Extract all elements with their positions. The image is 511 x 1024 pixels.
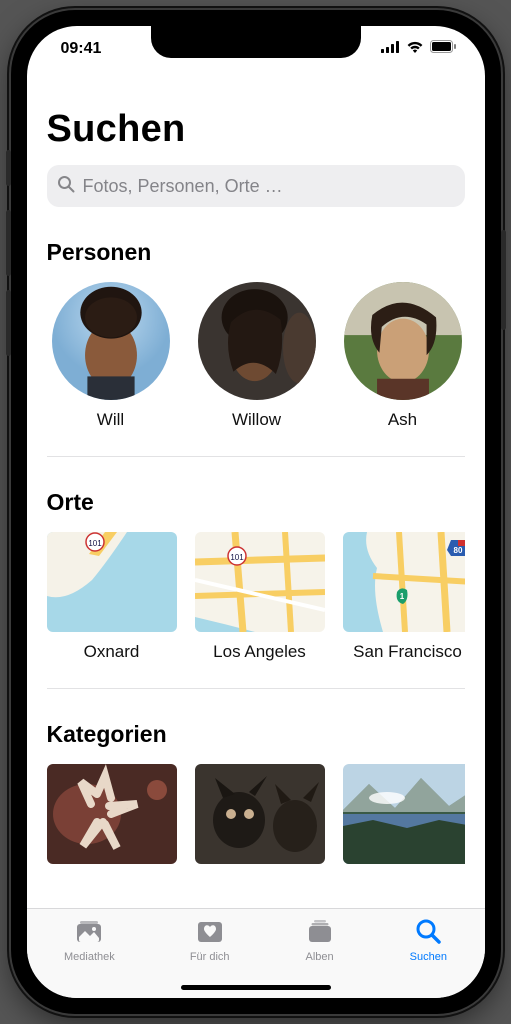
avatar	[198, 282, 316, 400]
place-label: San Francisco	[353, 642, 462, 662]
place-label: Los Angeles	[213, 642, 306, 662]
people-row: Will Willow Ash	[47, 282, 465, 430]
library-icon	[74, 917, 104, 948]
mute-switch	[6, 150, 11, 186]
places-row: 101 Oxnard 101 Los Angeles 80 1 San Franc…	[47, 532, 465, 662]
page-title: Suchen	[47, 108, 465, 151]
cellular-icon	[381, 40, 400, 58]
place-sanfrancisco[interactable]: 80 1 San Francisco	[343, 532, 465, 662]
tab-label: Mediathek	[64, 951, 115, 963]
svg-text:80: 80	[453, 546, 462, 555]
person-willow[interactable]: Willow	[193, 282, 321, 430]
search-input[interactable]: Fotos, Personen, Orte …	[47, 165, 465, 207]
search-placeholder: Fotos, Personen, Orte …	[83, 176, 283, 197]
search-icon	[57, 175, 75, 198]
map-thumb: 80 1	[343, 532, 465, 632]
battery-icon	[430, 40, 457, 58]
tab-library[interactable]: Mediathek	[64, 917, 115, 998]
svg-text:101: 101	[230, 553, 244, 562]
wifi-icon	[406, 40, 424, 58]
map-thumb: 101	[47, 532, 177, 632]
place-oxnard[interactable]: 101 Oxnard	[47, 532, 177, 662]
avatar	[52, 282, 170, 400]
volume-up-button	[6, 210, 11, 276]
person-label: Will	[97, 410, 124, 430]
divider	[47, 456, 465, 457]
categories-heading: Kategorien	[47, 721, 465, 748]
category-item[interactable]	[195, 764, 325, 864]
content: Suchen Fotos, Personen, Orte … Personen …	[27, 72, 485, 908]
status-time: 09:41	[61, 40, 102, 58]
categories-row	[47, 764, 465, 864]
albums-icon	[305, 917, 335, 948]
tab-label: Alben	[306, 951, 334, 963]
avatar	[344, 282, 462, 400]
place-label: Oxnard	[84, 642, 140, 662]
person-ash[interactable]: Ash	[339, 282, 465, 430]
volume-down-button	[6, 290, 11, 356]
power-button	[501, 230, 506, 330]
people-heading: Personen	[47, 239, 465, 266]
person-label: Ash	[388, 410, 417, 430]
screen: 09:41 Suchen Fotos, Personen, Orte …	[27, 26, 485, 998]
tab-label: Für dich	[190, 951, 230, 963]
category-item[interactable]	[343, 764, 465, 864]
tab-label: Suchen	[410, 951, 447, 963]
tab-search[interactable]: Suchen	[410, 917, 447, 998]
places-heading: Orte	[47, 489, 465, 516]
place-losangeles[interactable]: 101 Los Angeles	[195, 532, 325, 662]
home-indicator[interactable]	[181, 985, 331, 990]
notch	[151, 26, 361, 58]
divider	[47, 688, 465, 689]
category-item[interactable]	[47, 764, 177, 864]
svg-text:101: 101	[88, 539, 102, 548]
person-label: Willow	[232, 410, 281, 430]
device-frame: 09:41 Suchen Fotos, Personen, Orte …	[11, 10, 501, 1014]
person-will[interactable]: Will	[47, 282, 175, 430]
svg-text:1: 1	[399, 592, 404, 601]
foryou-icon	[195, 917, 225, 948]
search-icon	[413, 917, 443, 948]
map-thumb: 101	[195, 532, 325, 632]
